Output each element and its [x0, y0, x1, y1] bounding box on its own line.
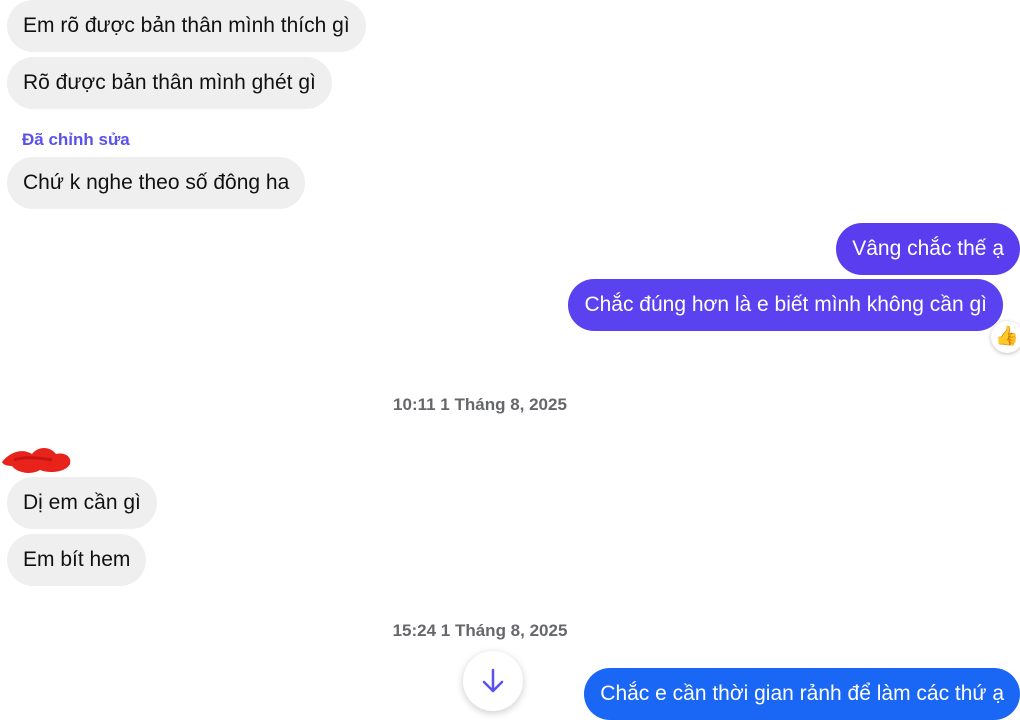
received-message[interactable]: Em rõ được bản thân mình thích gì — [7, 0, 366, 52]
received-message[interactable]: Em bít hem — [7, 534, 147, 586]
received-message[interactable]: Dị em cần gì — [7, 477, 157, 529]
timestamp-divider: 15:24 1 Tháng 8, 2025 — [392, 621, 568, 640]
redaction-scribble-icon — [2, 448, 71, 473]
thumbs-up-reaction-icon[interactable]: 👍 — [991, 321, 1020, 353]
received-message-edited[interactable]: Chứ k nghe theo số đông ha — [7, 157, 306, 209]
arrow-down-icon — [482, 668, 504, 693]
timestamp-divider: 10:11 1 Tháng 8, 2025 — [393, 395, 567, 414]
chat-thread: Em rõ được bản thân mình thích gì Rõ đượ… — [0, 0, 1020, 720]
sent-message[interactable]: Chắc e cần thời gian rảnh để làm các thứ… — [584, 668, 1020, 720]
scroll-to-bottom-button[interactable] — [463, 651, 523, 711]
sent-message[interactable]: Vâng chắc thế ạ — [836, 223, 1020, 275]
received-message[interactable]: Rõ được bản thân mình ghét gì — [7, 57, 332, 109]
sent-message[interactable]: Chắc đúng hơn là e biết mình không cần g… — [568, 279, 1003, 331]
edited-label: Đã chỉnh sửa — [22, 130, 130, 149]
